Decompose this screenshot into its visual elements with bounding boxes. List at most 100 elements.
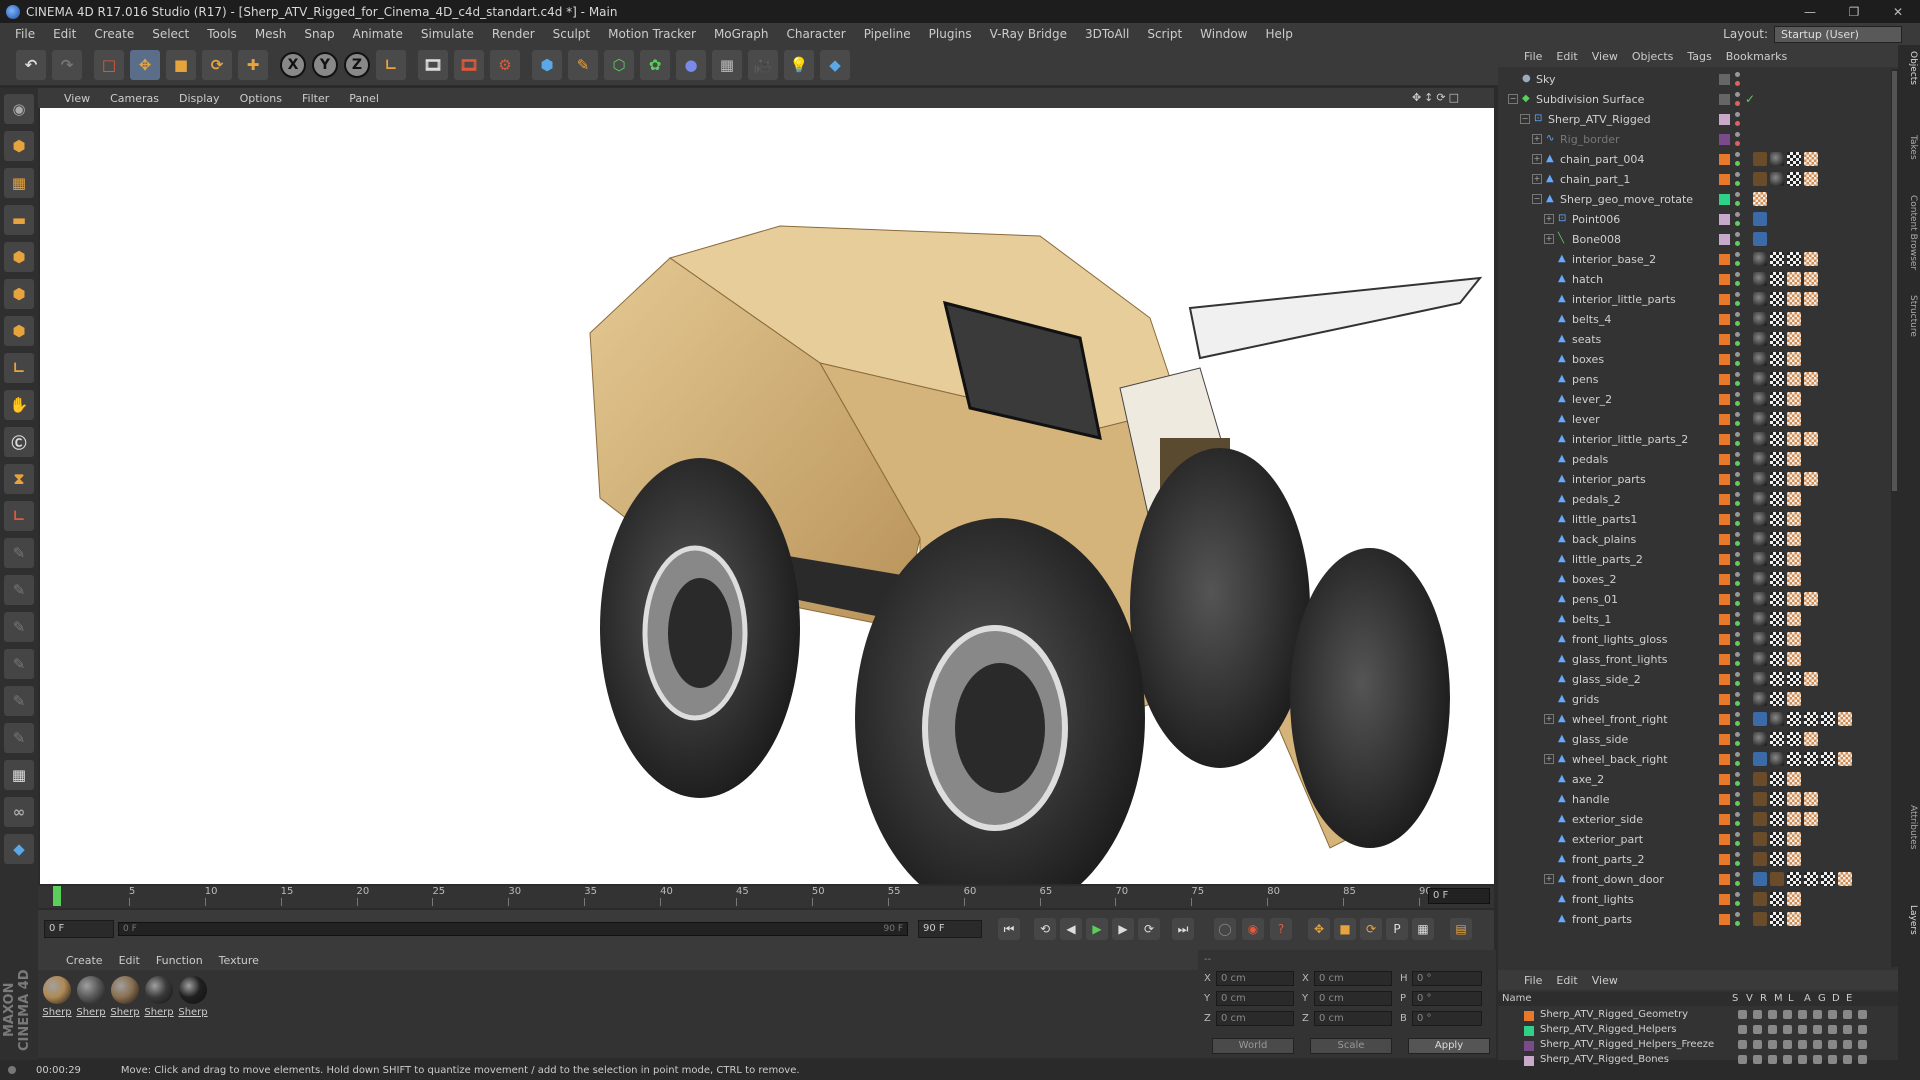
layer-toggle-icon[interactable] xyxy=(1783,1025,1792,1034)
visibility-dots[interactable] xyxy=(1734,92,1740,106)
object-name[interactable]: wheel_back_right xyxy=(1572,753,1668,766)
layer-column-r[interactable]: R xyxy=(1760,993,1767,1004)
chk-tag-icon[interactable] xyxy=(1770,292,1784,306)
material-manager[interactable]: Sherp Sherp Sherp Sherp Sherp xyxy=(38,970,1198,1058)
mat-tag-icon[interactable] xyxy=(1770,752,1784,766)
object-row-exterior-side[interactable]: ▲ exterior_side xyxy=(1498,809,1890,829)
chk-tag-icon[interactable] xyxy=(1770,792,1784,806)
layer-name[interactable]: Sherp_ATV_Rigged_Bones xyxy=(1540,1054,1669,1065)
layer-toggle-icon[interactable] xyxy=(1738,1025,1747,1034)
layer-color-swatch[interactable] xyxy=(1719,833,1730,845)
object-name[interactable]: glass_side xyxy=(1572,733,1628,746)
layer-column-s[interactable]: S xyxy=(1732,993,1738,1004)
layer-color-swatch[interactable] xyxy=(1719,533,1730,545)
tex-tag-icon[interactable] xyxy=(1804,592,1818,606)
light-icon[interactable]: 💡 xyxy=(784,50,814,80)
object-name[interactable]: handle xyxy=(1572,793,1610,806)
visibility-dots[interactable] xyxy=(1734,832,1740,846)
layer-color-swatch[interactable] xyxy=(1719,213,1730,225)
mat-tag-icon[interactable] xyxy=(1753,392,1767,406)
visibility-dots[interactable] xyxy=(1734,592,1740,606)
apply-button[interactable]: Apply xyxy=(1408,1038,1490,1054)
visibility-dots[interactable] xyxy=(1734,112,1740,126)
menu-file[interactable]: File xyxy=(6,27,44,41)
object-menu-edit[interactable]: Edit xyxy=(1556,50,1577,63)
current-frame-indicator[interactable]: 0 F xyxy=(1428,888,1490,904)
object-row-boxes-2[interactable]: ▲ boxes_2 xyxy=(1498,569,1890,589)
object-name[interactable]: interior_little_parts xyxy=(1572,293,1676,306)
timeline-window-icon[interactable]: ▤ xyxy=(1450,918,1472,940)
tex-tag-icon[interactable] xyxy=(1787,692,1801,706)
axis-mode-icon[interactable]: ∟ xyxy=(4,353,34,383)
scrollbar-thumb[interactable] xyxy=(1892,71,1897,491)
expand-toggle-icon[interactable]: + xyxy=(1544,234,1554,244)
goto-end-icon[interactable]: ⏭ xyxy=(1172,918,1194,940)
object-name[interactable]: boxes_2 xyxy=(1572,573,1617,586)
menu-tools[interactable]: Tools xyxy=(198,27,246,41)
visibility-dots[interactable] xyxy=(1734,312,1740,326)
material-swatch[interactable]: Sherp xyxy=(178,976,208,1018)
object-row-interior-little-parts[interactable]: ▲ interior_little_parts xyxy=(1498,289,1890,309)
key-rotation-icon[interactable]: ⟳ xyxy=(1360,918,1382,940)
expand-toggle-icon[interactable]: − xyxy=(1520,114,1530,124)
layer-color-swatch[interactable] xyxy=(1719,573,1730,585)
object-name[interactable]: interior_little_parts_2 xyxy=(1572,433,1688,446)
layer-toggle-icons[interactable] xyxy=(1738,1040,1873,1049)
material-menu-edit[interactable]: Edit xyxy=(119,954,140,967)
mat-tag-icon[interactable] xyxy=(1753,372,1767,386)
visibility-dots[interactable] xyxy=(1734,792,1740,806)
layer-toggle-icon[interactable] xyxy=(1798,1040,1807,1049)
visibility-dots[interactable] xyxy=(1734,812,1740,826)
object-name[interactable]: Sherp_geo_move_rotate xyxy=(1560,193,1693,206)
coord-value-field[interactable]: 0 cm xyxy=(1216,970,1294,986)
tex-tag-icon[interactable] xyxy=(1787,612,1801,626)
visibility-dots[interactable] xyxy=(1734,132,1740,146)
layer-color-swatch[interactable] xyxy=(1719,413,1730,425)
expand-toggle-icon[interactable]: + xyxy=(1544,214,1554,224)
sculpt-inflate-icon[interactable]: ✎ xyxy=(4,686,34,716)
tex-tag-icon[interactable] xyxy=(1804,672,1818,686)
rotate-tool-icon[interactable]: ⟳ xyxy=(202,50,232,80)
object-name[interactable]: boxes xyxy=(1572,353,1604,366)
object-list-scrollbar[interactable] xyxy=(1891,69,1898,967)
object-menu-bookmarks[interactable]: Bookmarks xyxy=(1726,50,1787,63)
visibility-dots[interactable] xyxy=(1734,672,1740,686)
tex-tag-icon[interactable] xyxy=(1787,292,1801,306)
object-name[interactable]: chain_part_004 xyxy=(1560,153,1644,166)
object-row-lever-2[interactable]: ▲ lever_2 xyxy=(1498,389,1890,409)
object-row-pedals-2[interactable]: ▲ pedals_2 xyxy=(1498,489,1890,509)
coord-value-field[interactable]: 0 cm xyxy=(1216,1010,1294,1026)
side-tab-layers[interactable]: Layers xyxy=(1900,905,1918,935)
object-name[interactable]: pedals xyxy=(1572,453,1608,466)
chk-tag-icon[interactable] xyxy=(1770,572,1784,586)
layer-color-swatch[interactable] xyxy=(1719,93,1730,105)
menu-pipeline[interactable]: Pipeline xyxy=(855,27,920,41)
object-row-axe-2[interactable]: ▲ axe_2 xyxy=(1498,769,1890,789)
chk-tag-icon[interactable] xyxy=(1770,592,1784,606)
layer-toggle-icon[interactable] xyxy=(1813,1040,1822,1049)
menu-simulate[interactable]: Simulate xyxy=(412,27,483,41)
layer-toggle-icon[interactable] xyxy=(1843,1010,1852,1019)
layer-toggle-icon[interactable] xyxy=(1858,1025,1867,1034)
tex-tag-icon[interactable] xyxy=(1787,852,1801,866)
coord-value-field[interactable]: 0 cm xyxy=(1216,990,1294,1006)
chk-tag-icon[interactable] xyxy=(1804,752,1818,766)
camera-icon[interactable]: 🎥 xyxy=(748,50,778,80)
visibility-dots[interactable] xyxy=(1734,732,1740,746)
layer-color-swatch[interactable] xyxy=(1719,313,1730,325)
object-name[interactable]: interior_parts xyxy=(1572,473,1646,486)
expand-toggle-icon[interactable]: − xyxy=(1532,194,1542,204)
object-name[interactable]: lever_2 xyxy=(1572,393,1612,406)
hair-icon[interactable]: ∞ xyxy=(4,797,34,827)
layer-toggle-icon[interactable] xyxy=(1828,1055,1837,1064)
visibility-dots[interactable] xyxy=(1734,912,1740,926)
object-row-belts-1[interactable]: ▲ belts_1 xyxy=(1498,609,1890,629)
layer-toggle-icon[interactable] xyxy=(1768,1010,1777,1019)
object-name[interactable]: front_lights xyxy=(1572,893,1634,906)
layer-toggle-icons[interactable] xyxy=(1738,1055,1873,1064)
layer-column-g[interactable]: G xyxy=(1818,993,1826,1004)
viewport-menu-filter[interactable]: Filter xyxy=(302,92,329,105)
y-axis-lock-button[interactable]: Y xyxy=(312,52,338,78)
chk-tag-icon[interactable] xyxy=(1821,752,1835,766)
layer-color-swatch[interactable] xyxy=(1719,653,1730,665)
